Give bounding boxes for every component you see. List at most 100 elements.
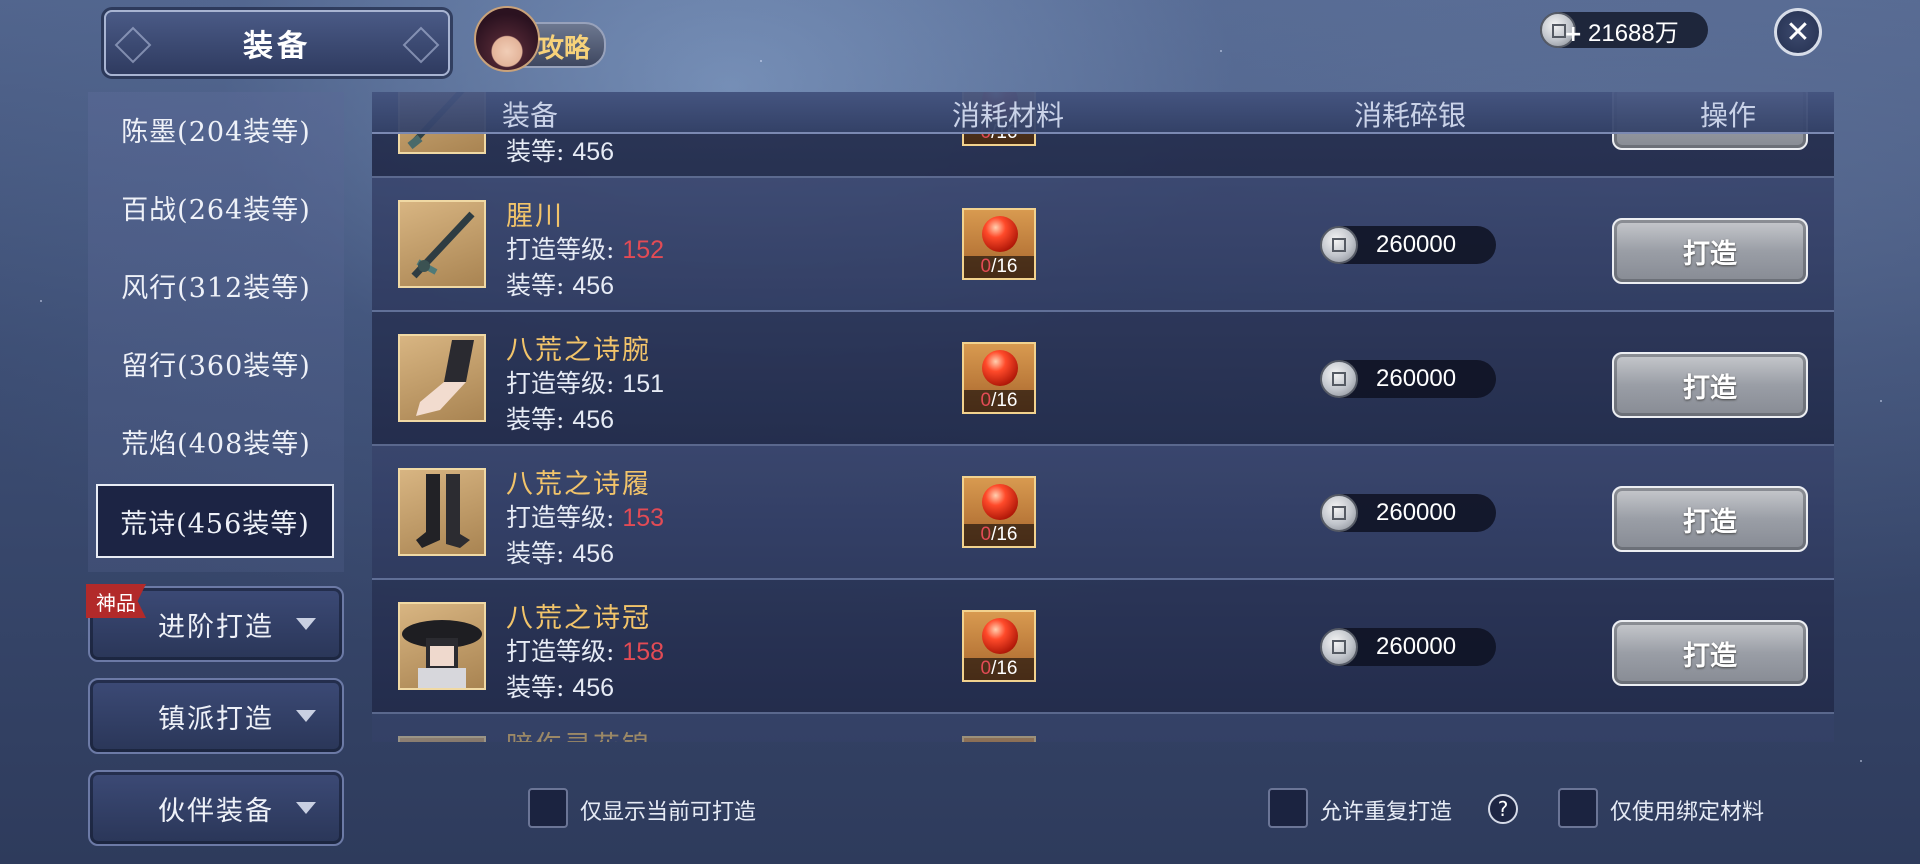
hat-icon: [402, 620, 482, 688]
item-gear-level: 装等: 456: [506, 534, 614, 570]
item-thumbnail[interactable]: [398, 334, 486, 422]
item-gear-level: 装等: 456: [506, 668, 614, 704]
fire-orb-icon: [982, 618, 1018, 654]
sidebar-item-fengxing[interactable]: 风行(312装等): [96, 250, 336, 320]
item-gear-level: 装等: 456: [506, 266, 614, 302]
item-thumbnail[interactable]: [398, 736, 486, 742]
material-need: /16: [991, 524, 1018, 545]
ornament-icon: [114, 26, 152, 64]
forge-button[interactable]: 打造: [1612, 620, 1808, 686]
material-have: 0: [980, 390, 992, 411]
only-craftable-checkbox[interactable]: [528, 788, 568, 828]
gear-value: 456: [572, 138, 615, 166]
sidebar-item-liuxing[interactable]: 留行(360装等): [96, 328, 336, 398]
divine-badge: 神品: [86, 584, 146, 618]
column-header-action: 操作: [1700, 99, 1757, 132]
sidebar-item-huangshi[interactable]: 荒诗(456装等): [96, 484, 334, 558]
forge-button[interactable]: 打造: [1612, 218, 1808, 284]
material-need: /16: [991, 256, 1018, 277]
material-slot[interactable]: 0/16: [962, 342, 1036, 414]
level-prefix: 打造等级:: [506, 503, 623, 532]
item-name: 暗伤灵花锦: [506, 724, 651, 742]
level-value: 151: [622, 370, 665, 398]
table-row: 暗伤灵花锦: [372, 714, 1834, 742]
guide-label: 攻略: [538, 34, 591, 64]
table-row: 腥川 打造等级: 152 装等: 456 0/16 260000 打造: [372, 178, 1834, 312]
allow-repeat-label: 允许重复打造: [1320, 800, 1453, 825]
gear-prefix: 装等:: [506, 137, 573, 166]
background-star: [1880, 400, 1882, 402]
ornament-icon: [402, 26, 440, 64]
material-slot[interactable]: 0/16: [962, 208, 1036, 280]
table-row: 八荒之诗腕 打造等级: 151 装等: 456 0/16 260000 打造: [372, 312, 1834, 446]
material-slot[interactable]: 0/16: [962, 610, 1036, 682]
close-button[interactable]: ✕: [1774, 8, 1822, 56]
table-row: 八荒之诗冠 打造等级: 158 装等: 456 0/16 260000 打造: [372, 580, 1834, 714]
background-star: [1860, 760, 1862, 762]
gear-prefix: 装等:: [506, 271, 573, 300]
guide-avatar: [474, 6, 540, 72]
silver-cost: 260000: [1320, 628, 1496, 666]
cost-value: 260000: [1376, 365, 1457, 392]
item-name: 腥川: [506, 201, 564, 232]
gear-value: 456: [572, 540, 615, 568]
sidebar: 陈墨(204装等) 百战(264装等) 风行(312装等) 留行(360装等) …: [88, 92, 344, 572]
item-craft-level: 打造等级: 153: [506, 498, 664, 534]
cost-value: 260000: [1376, 499, 1457, 526]
table-rows[interactable]: 装等: 456 0/16 腥川 打造等级: 152 装等: 456 0/16 2…: [372, 92, 1834, 742]
chevron-down-icon: [296, 710, 316, 722]
gear-value: 456: [572, 272, 615, 300]
item-thumbnail[interactable]: [398, 468, 486, 556]
level-prefix: 打造等级:: [506, 369, 623, 398]
item-thumbnail[interactable]: [398, 200, 486, 288]
allow-repeat-checkbox[interactable]: [1268, 788, 1308, 828]
forge-button[interactable]: 打造: [1612, 486, 1808, 552]
item-thumbnail[interactable]: [398, 602, 486, 690]
gear-value: 456: [572, 406, 615, 434]
sidebar-item-huangyan[interactable]: 荒焰(408装等): [96, 406, 336, 476]
level-value: 152: [622, 236, 665, 264]
page-title-plate: 装备: [104, 10, 450, 76]
group-label: 镇派打造: [158, 703, 274, 735]
item-name: 八荒之诗腕: [506, 335, 651, 366]
gear-prefix: 装等:: [506, 539, 573, 568]
close-icon: ✕: [1785, 14, 1811, 50]
fire-orb-icon: [982, 216, 1018, 252]
column-header-equipment: 装备: [502, 99, 559, 132]
equipment-table[interactable]: 装等: 456 0/16 腥川 打造等级: 152 装等: 456 0/16 2…: [372, 92, 1834, 742]
item-craft-level: 打造等级: 158: [506, 632, 664, 668]
level-prefix: 打造等级:: [506, 637, 623, 666]
fire-orb-icon: [982, 350, 1018, 386]
currency-display[interactable]: + 21688万: [1540, 12, 1708, 48]
sidebar-item-label: 风行(312装等): [121, 272, 311, 304]
add-currency-icon[interactable]: +: [1564, 22, 1582, 47]
sidebar-item-label: 百战(264装等): [121, 194, 311, 226]
forge-button[interactable]: 打造: [1612, 352, 1808, 418]
silver-coin-icon: [1320, 628, 1358, 666]
bound-only-checkbox[interactable]: [1558, 788, 1598, 828]
item-gear-level: 装等: 456: [506, 132, 614, 168]
cost-value: 260000: [1376, 633, 1457, 660]
material-need: /16: [991, 658, 1018, 679]
guide-button[interactable]: 攻略: [474, 6, 606, 72]
background-star: [40, 300, 42, 302]
sidebar-item-label: 陈墨(204装等): [121, 116, 311, 148]
gear-prefix: 装等:: [506, 673, 573, 702]
item-craft-level: 打造等级: 152: [506, 230, 664, 266]
item-gear-level: 装等: 456: [506, 400, 614, 436]
sidebar-item-baizhan[interactable]: 百战(264装等): [96, 172, 336, 242]
background-star: [1220, 50, 1222, 52]
currency-value: 21688万: [1588, 19, 1679, 47]
fire-orb-icon: [982, 484, 1018, 520]
gear-value: 456: [572, 674, 615, 702]
group-partner-gear[interactable]: 伙伴装备: [88, 770, 344, 846]
chevron-down-icon: [296, 618, 316, 630]
material-slot[interactable]: [962, 736, 1036, 742]
silver-cost: 260000: [1320, 226, 1496, 264]
help-icon[interactable]: ?: [1488, 794, 1518, 824]
group-sect-craft[interactable]: 镇派打造: [88, 678, 344, 754]
material-count: 0/16: [964, 256, 1034, 278]
sidebar-item-chenmo[interactable]: 陈墨(204装等): [96, 94, 336, 164]
table-row: 八荒之诗履 打造等级: 153 装等: 456 0/16 260000 打造: [372, 446, 1834, 580]
material-slot[interactable]: 0/16: [962, 476, 1036, 548]
